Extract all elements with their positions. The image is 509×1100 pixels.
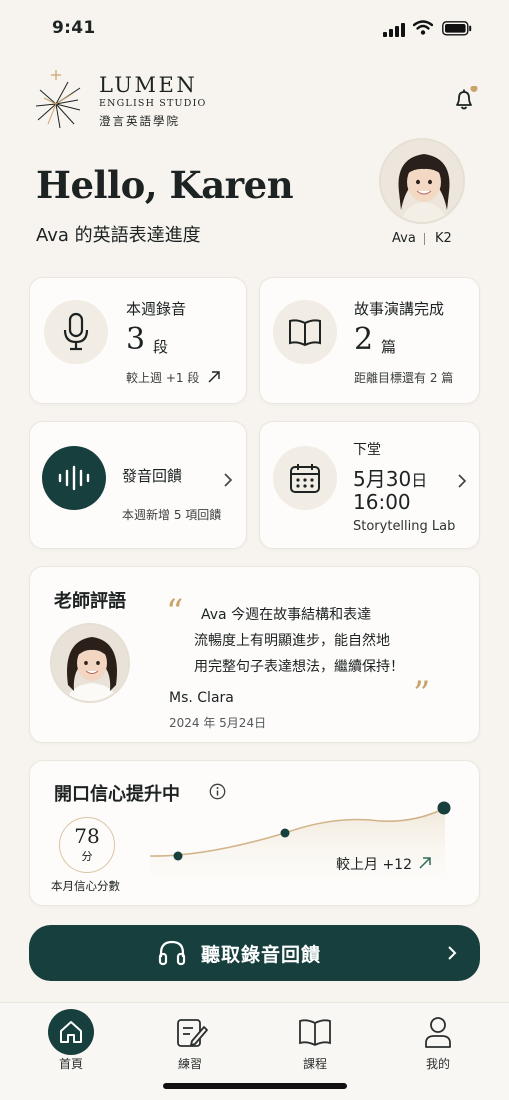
trend-up-icon [418,855,432,874]
nav-profile-label: 我的 [425,1057,450,1071]
nav-home-label: 首頁 [58,1057,83,1071]
brand-name: LUMEN [99,73,198,97]
brand-logo-icon [34,68,82,134]
next-class-label: 下堂 [353,442,381,458]
nav-courses[interactable] [298,1017,332,1047]
home-indicator [163,1083,347,1089]
stories-card[interactable]: 故事演講完成 2 篇 距離目標還有 2 篇 [259,277,480,404]
teacher-comment-card: 老師評語 “ Ava 今週在故事結構和表達 流暢度上有明顯進步，能自然地 用完整… [29,566,480,743]
teacher-comment-line-3: 用完整句子表達想法，繼續保持！ [194,659,404,675]
wifi-icon [412,20,434,40]
teacher-name: Ms. Clara [169,690,234,706]
headphones-icon [158,940,186,970]
recordings-card[interactable]: 本週錄音 3 段 較上週 +1 段 [29,277,247,404]
brand-chinese: 澄言英語學院 [99,114,180,128]
listen-feedback-button[interactable]: 聽取錄音回饋 [29,925,480,981]
edit-icon [177,1019,208,1047]
stories-title: 故事演講完成 [354,300,445,318]
battery-icon [442,21,472,40]
stories-unit: 篇 [381,338,397,356]
confidence-score: 78 [74,824,100,848]
confidence-score-ring: 78 分 [59,817,115,873]
nav-practice-label: 練習 [177,1057,202,1071]
status-time: 9:41 [52,18,96,38]
teacher-avatar [50,623,130,703]
next-class-course: Storytelling Lab [353,519,456,534]
greeting-subtitle: Ava 的英語表達進度 [36,225,201,246]
recordings-title: 本週錄音 [126,300,187,318]
confidence-score-label: 本月信心分數 [51,879,120,893]
teacher-comment-line-2: 流暢度上有明顯進步，能自然地 [194,633,390,649]
recordings-unit: 段 [153,338,169,356]
book-icon [299,1019,331,1047]
confidence-point-2 [280,828,290,838]
next-class-time: 16:00 [353,490,411,514]
pronunciation-title: 發音回饋 [122,467,183,485]
notification-bell-button[interactable] [452,85,478,112]
brand-subtitle: ENGLISH STUDIO [99,98,207,109]
nav-profile[interactable] [424,1015,452,1049]
next-class-date-suffix: 日 [411,471,428,490]
recordings-value: 3 [126,322,146,357]
close-quote-icon: ” [413,674,431,714]
bell-icon [456,85,478,110]
confidence-score-unit: 分 [81,850,93,863]
chevron-right-icon [223,472,233,492]
child-avatar[interactable] [379,138,465,224]
stories-value: 2 [354,322,374,357]
next-class-date-number: 5月30 [353,467,412,491]
teacher-comment-line-1: Ava 今週在故事結構和表達 [201,607,372,623]
soundwave-icon [42,446,106,510]
pronunciation-note: 本週新增 5 項回饋 [122,508,222,522]
next-class-card[interactable]: 下堂 5月30日 16:00 Storytelling Lab [259,421,480,549]
confidence-change: 較上月 +12 [336,857,412,873]
stories-note: 距離目標還有 2 篇 [354,371,454,385]
teacher-comment-date: 2024 年 5月24日 [169,716,267,730]
nav-home[interactable] [48,1009,94,1055]
book-icon [273,300,337,364]
pronunciation-feedback-card[interactable]: 發音回饋 本週新增 5 項回饋 [29,421,247,549]
open-quote-icon: “ [166,592,184,632]
trend-up-icon [207,369,221,388]
next-class-date: 5月30日 [353,463,427,492]
signal-icon [383,22,405,41]
child-separator [424,233,425,245]
home-icon [60,1021,82,1043]
recordings-note: 較上週 +1 段 [126,371,200,385]
greeting-title: Hello, Karen [36,163,294,207]
nav-practice[interactable] [175,1015,209,1049]
child-grade: K2 [435,231,452,246]
nav-courses-label: 課程 [302,1057,327,1071]
confidence-point-1 [173,851,183,861]
calendar-icon [273,446,337,510]
confidence-trend-chart [149,801,451,883]
chevron-right-icon [457,473,467,493]
listen-feedback-label: 聽取錄音回饋 [201,944,322,966]
teacher-comment-heading: 老師評語 [54,591,126,612]
confidence-card[interactable]: 開口信心提升中 78 分 本月信心分數 較上月 +12 [29,760,480,906]
chevron-right-icon [447,945,457,965]
user-icon [425,1017,451,1048]
confidence-point-3 [437,801,451,815]
child-name: Ava [392,231,416,246]
microphone-icon [44,300,108,364]
